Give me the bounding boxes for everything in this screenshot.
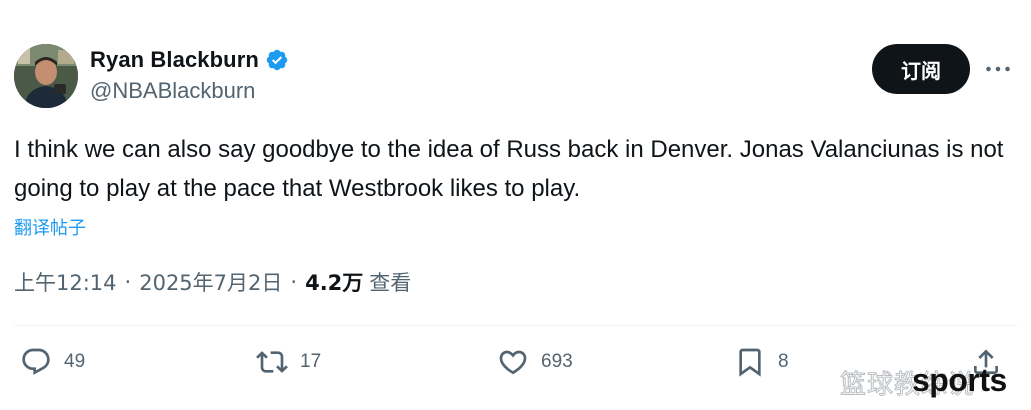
translate-post-link[interactable]: 翻译帖子 (14, 214, 86, 240)
retweet-button[interactable]: 17 (256, 340, 321, 384)
tweet-header: Ryan Blackburn @NBABlackburn 订阅 (14, 44, 1017, 108)
display-name[interactable]: Ryan Blackburn (90, 47, 259, 73)
views-label: 查看 (369, 271, 412, 295)
divider (14, 325, 1017, 326)
share-icon (974, 349, 998, 374)
verified-badge-icon[interactable] (265, 48, 289, 72)
like-count: 693 (541, 351, 573, 372)
bookmark-button[interactable]: 8 (734, 340, 789, 384)
tweet-time[interactable]: 上午12:14 (14, 267, 117, 297)
subscribe-button[interactable]: 订阅 (872, 44, 970, 94)
avatar-image (14, 44, 78, 108)
meta-separator: · (124, 270, 132, 294)
reply-button[interactable]: 49 (20, 340, 85, 384)
more-horizontal-icon (986, 66, 1010, 72)
author-names: Ryan Blackburn @NBABlackburn (90, 46, 289, 104)
like-button[interactable]: 693 (497, 340, 573, 384)
tweet-text: I think we can also say goodbye to the i… (14, 136, 1004, 202)
bookmark-count: 8 (778, 351, 789, 372)
retweet-icon (256, 351, 288, 373)
author-handle[interactable]: @NBABlackburn (90, 78, 289, 104)
more-options-button[interactable] (982, 54, 1014, 84)
share-button[interactable] (970, 340, 1002, 384)
tweet-meta: 上午12:14 · 2025年7月2日 · 4.2万 查看 (14, 267, 411, 297)
heart-icon (499, 350, 527, 375)
retweet-count: 17 (300, 351, 322, 372)
tweet-date[interactable]: 2025年7月2日 (139, 267, 282, 297)
views-count[interactable]: 4.2万 (305, 267, 363, 297)
meta-separator: · (290, 270, 298, 294)
avatar[interactable] (14, 44, 78, 108)
reply-icon (22, 348, 50, 375)
action-bar: 49 17 693 8 (0, 340, 1031, 386)
reply-count: 49 (64, 351, 86, 372)
display-name-row: Ryan Blackburn (90, 46, 289, 74)
bookmark-icon (739, 348, 761, 377)
